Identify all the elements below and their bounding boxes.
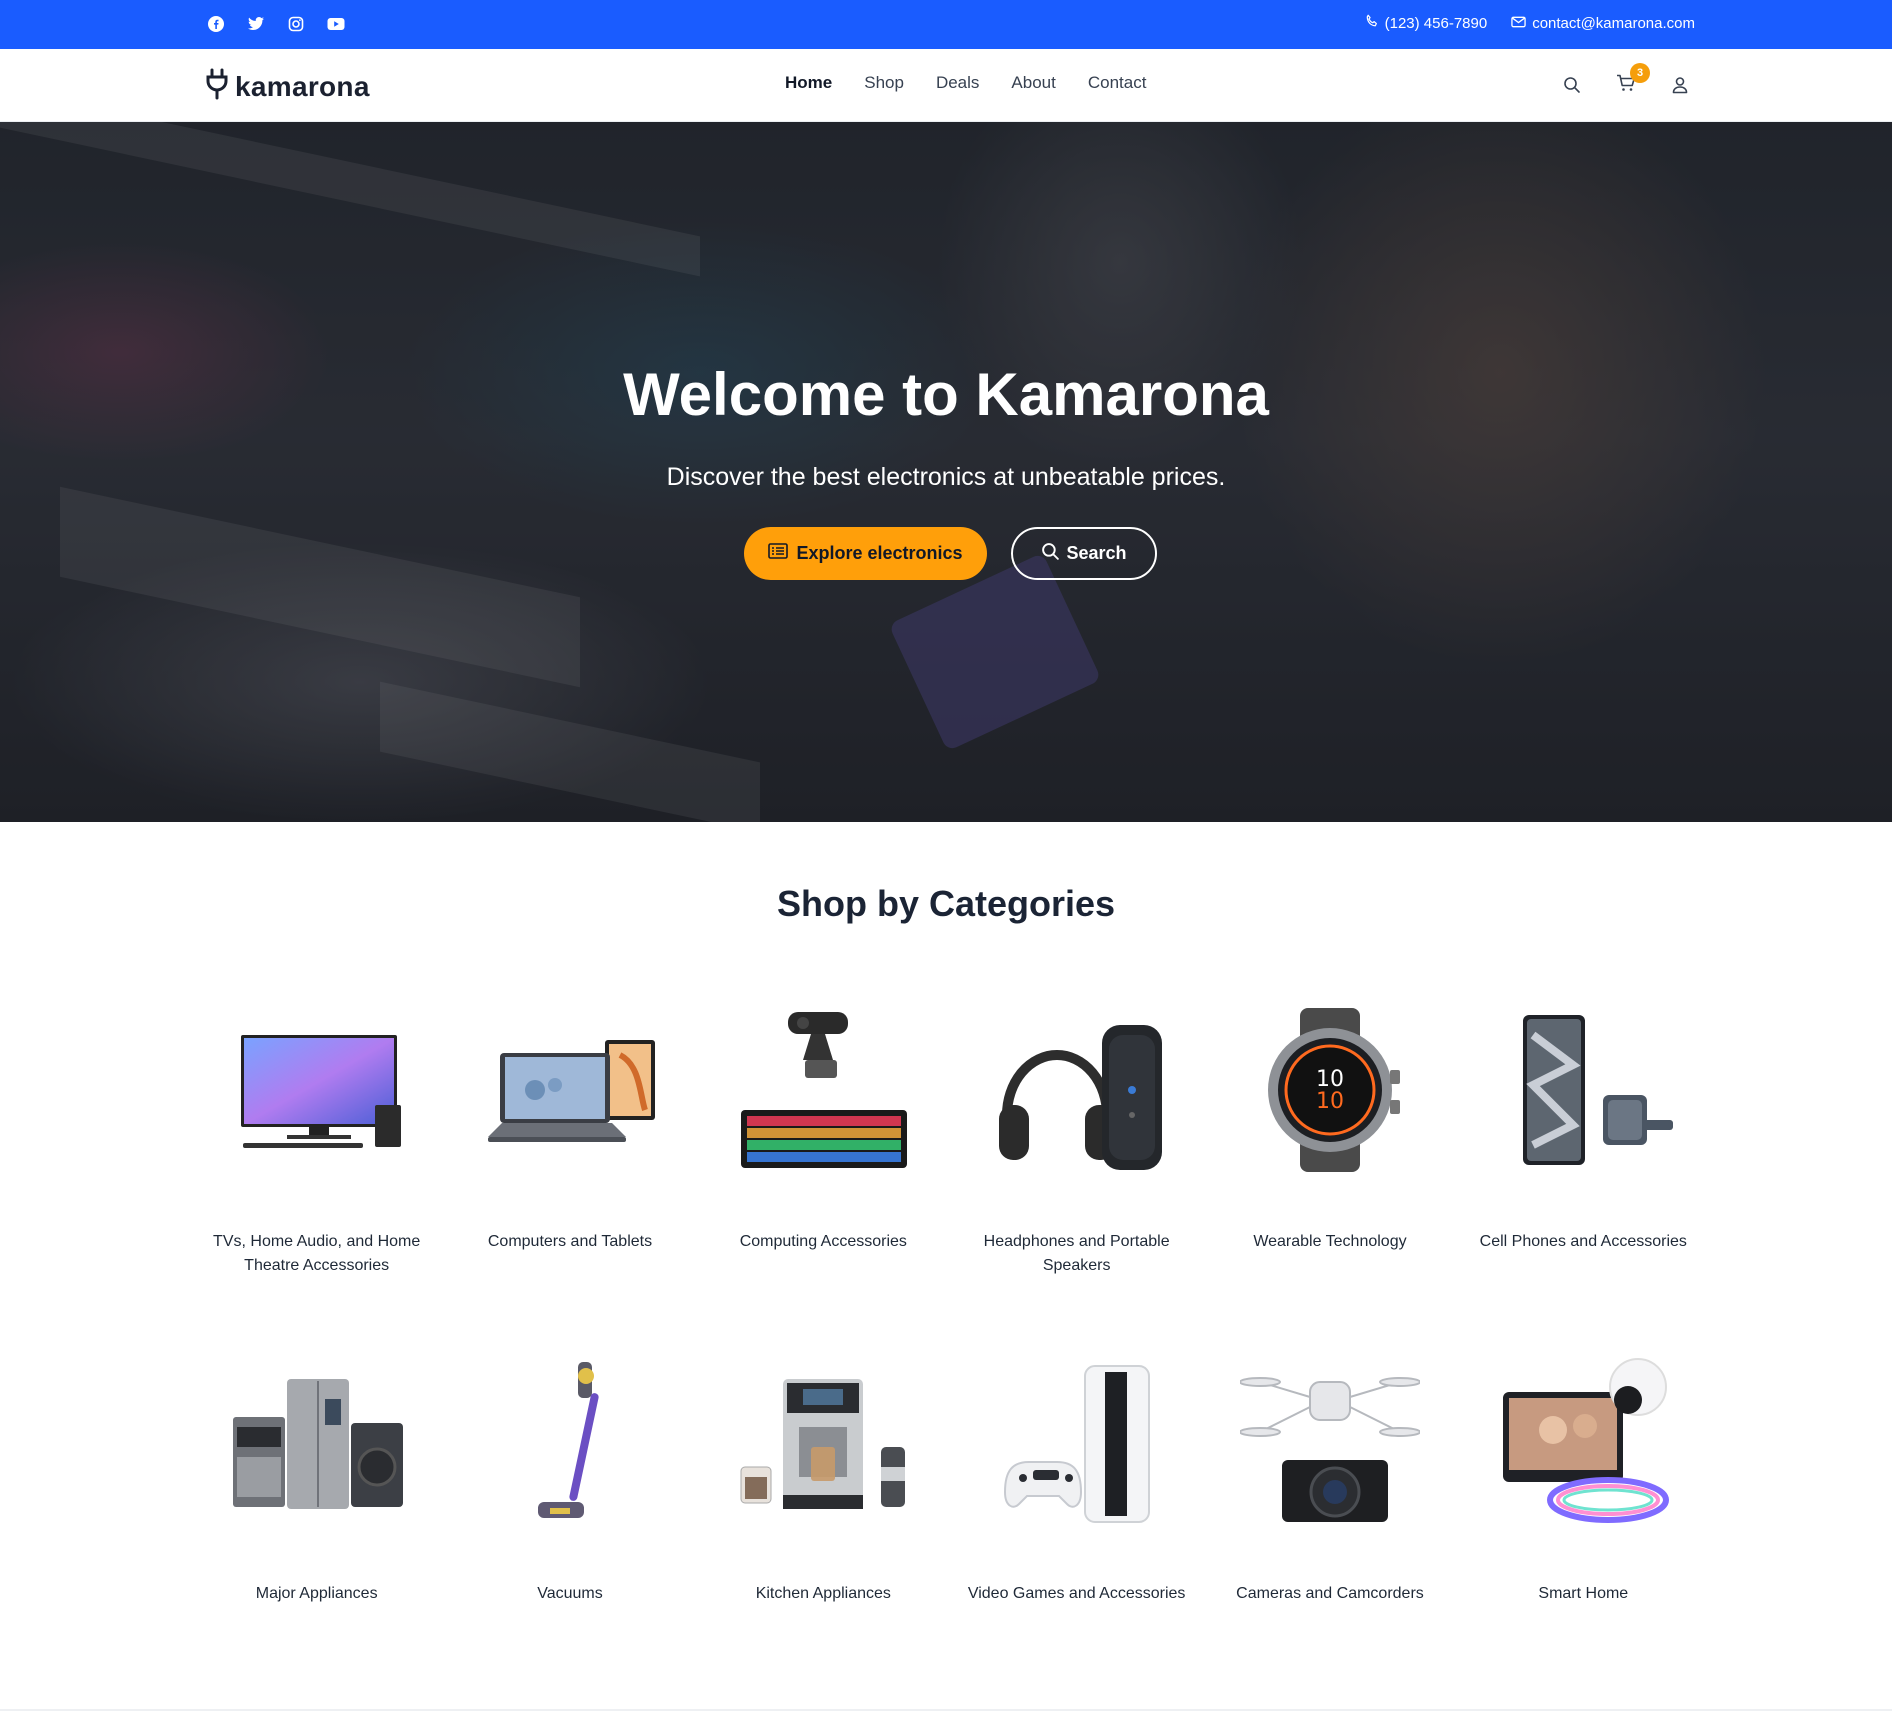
user-icon[interactable] xyxy=(1668,73,1692,97)
nav-contact[interactable]: Contact xyxy=(1088,73,1147,93)
category-card[interactable]: TVs, Home Audio, and Home Theatre Access… xyxy=(190,990,443,1314)
hero-subtitle: Discover the best electronics at unbeata… xyxy=(666,463,1226,491)
category-card[interactable]: Headphones and Portable Speakers xyxy=(950,990,1203,1314)
category-label: Cameras and Camcorders xyxy=(1236,1585,1424,1602)
nav-deals[interactable]: Deals xyxy=(936,73,979,93)
nav-home[interactable]: Home xyxy=(785,73,832,93)
main-nav: Home Shop Deals About Contact xyxy=(785,73,1146,93)
keyboard-icon xyxy=(723,990,923,1190)
category-card[interactable]: Video Games and Accessories xyxy=(950,1342,1203,1666)
smart-display-icon xyxy=(1483,1342,1683,1542)
search-icon xyxy=(1041,542,1060,566)
list-icon xyxy=(768,543,789,564)
search-icon[interactable] xyxy=(1560,73,1584,97)
facebook-icon[interactable] xyxy=(205,13,227,35)
email-address: contact@kamarona.com xyxy=(1532,14,1695,32)
category-card[interactable]: Computing Accessories xyxy=(697,990,950,1314)
category-label: Headphones and Portable Speakers xyxy=(983,1233,1170,1274)
category-card[interactable]: Cameras and Camcorders xyxy=(1203,1342,1456,1666)
cart-count-badge: 3 xyxy=(1630,63,1650,83)
category-card[interactable]: Smart Home xyxy=(1457,1342,1710,1666)
contact-info: (123) 456-7890 contact@kamarona.com xyxy=(1365,14,1695,32)
laptop-icon xyxy=(470,990,670,1190)
explore-electronics-button[interactable]: Explore electronics xyxy=(744,527,987,580)
logo[interactable]: kamarona xyxy=(205,68,370,105)
category-card[interactable]: Major Appliances xyxy=(190,1342,443,1666)
plug-logo-icon xyxy=(205,68,229,105)
category-label: Cell Phones and Accessories xyxy=(1479,1233,1687,1250)
envelope-icon xyxy=(1511,15,1526,32)
category-label: Wearable Technology xyxy=(1253,1233,1407,1250)
category-card[interactable]: Kitchen Appliances xyxy=(697,1342,950,1666)
social-links xyxy=(205,13,347,35)
phone-contact[interactable]: (123) 456-7890 xyxy=(1365,14,1488,32)
coffee-machine-icon xyxy=(723,1342,923,1542)
nav-about[interactable]: About xyxy=(1011,73,1055,93)
top-bar: (123) 456-7890 contact@kamarona.com xyxy=(0,0,1892,49)
category-label: Kitchen Appliances xyxy=(755,1585,891,1602)
category-label: Computing Accessories xyxy=(739,1233,907,1250)
categories-title: Shop by Categories xyxy=(776,883,1116,924)
category-label: Computers and Tablets xyxy=(487,1233,653,1250)
instagram-icon[interactable] xyxy=(285,13,307,35)
search-button-label: Search xyxy=(1066,543,1127,563)
nav-shop[interactable]: Shop xyxy=(864,73,904,93)
category-label: Major Appliances xyxy=(255,1585,378,1602)
smartwatch-icon: 10 10 xyxy=(1230,990,1430,1190)
category-grid: TVs, Home Audio, and Home Theatre Access… xyxy=(190,990,1710,1666)
category-card[interactable]: Vacuums xyxy=(443,1342,696,1666)
vacuum-icon xyxy=(470,1342,670,1542)
phone-icon xyxy=(1365,14,1379,32)
camera-icon xyxy=(1230,1342,1430,1542)
headphones-icon xyxy=(977,990,1177,1190)
category-card[interactable]: Computers and Tablets xyxy=(443,990,696,1314)
svg-text:10: 10 xyxy=(1316,1089,1344,1114)
cart-button[interactable]: 3 xyxy=(1614,63,1650,97)
fridge-icon xyxy=(217,1342,417,1542)
category-card[interactable]: 10 10 Wearable Technology xyxy=(1203,990,1456,1314)
category-label: Video Games and Accessories xyxy=(967,1585,1186,1602)
hero-title: Welcome to Kamarona xyxy=(623,361,1269,428)
section-divider xyxy=(0,1709,1892,1711)
category-card[interactable]: Cell Phones and Accessories xyxy=(1457,990,1710,1314)
console-icon xyxy=(977,1342,1177,1542)
hero-search-button[interactable]: Search xyxy=(1011,527,1157,580)
category-label: Vacuums xyxy=(537,1585,603,1602)
tv-icon xyxy=(217,990,417,1190)
logo-text: kamarona xyxy=(235,70,370,102)
youtube-icon[interactable] xyxy=(325,13,347,35)
category-label: TVs, Home Audio, and Home Theatre Access… xyxy=(213,1233,421,1274)
explore-button-label: Explore electronics xyxy=(796,543,963,563)
header-actions: 3 xyxy=(1560,63,1692,97)
main-header: kamarona Home Shop Deals About Contact 3 xyxy=(0,49,1892,122)
email-contact[interactable]: contact@kamarona.com xyxy=(1511,14,1695,32)
phone-icon xyxy=(1483,990,1683,1190)
twitter-icon[interactable] xyxy=(245,13,267,35)
category-label: Smart Home xyxy=(1538,1585,1629,1602)
phone-number: (123) 456-7890 xyxy=(1384,14,1488,32)
